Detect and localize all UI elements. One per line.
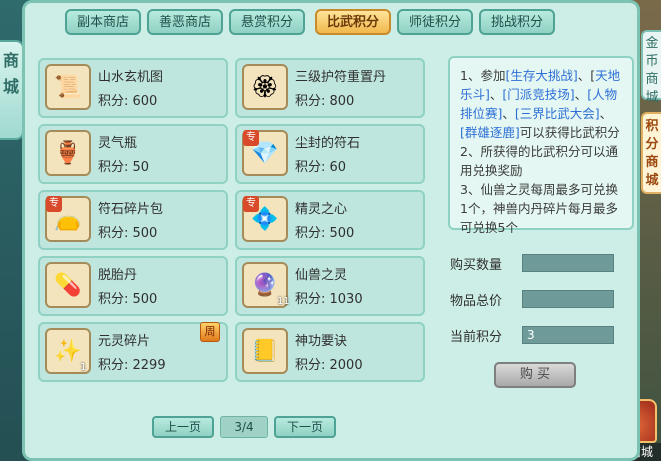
book-icon: 📒: [242, 328, 288, 374]
tab-bounty-points[interactable]: 悬赏积分: [229, 9, 305, 35]
info-link[interactable]: [三界比武大会]: [515, 106, 600, 121]
item-card[interactable]: 💊 脱胎丹 积分: 500: [38, 256, 228, 316]
info-link[interactable]: [门派竞技场]: [502, 87, 574, 102]
item-card[interactable]: 📜 山水玄机图 积分: 600: [38, 58, 228, 118]
page-indicator: 3/4: [220, 416, 268, 438]
info-link[interactable]: [群雄逐鹿]: [460, 125, 520, 140]
info-link[interactable]: [生存大挑战]: [505, 68, 577, 83]
qty-label: 购买数量: [450, 258, 503, 273]
gold-mall-tab[interactable]: 金币商城: [641, 30, 661, 105]
item-name: 三级护符重置丹: [295, 70, 387, 85]
tab-dungeon-shop[interactable]: 副本商店: [65, 9, 141, 35]
prev-page-button[interactable]: 上一页: [152, 416, 214, 438]
pill-icon: 💊: [45, 262, 91, 308]
item-grid: 📜 山水玄机图 积分: 600 🏵 三级护符重置丹 积分: 800 🏺 灵气瓶 …: [38, 58, 430, 382]
item-card[interactable]: 📒 神功要诀 积分: 2000: [235, 322, 425, 382]
item-card[interactable]: 💎 专 尘封的符石 积分: 60: [235, 124, 425, 184]
info-text: 可以获得比武积分: [519, 125, 620, 140]
item-name: 尘封的符石: [295, 136, 361, 151]
item-count: 11: [277, 296, 290, 307]
item-count: 1: [80, 362, 87, 373]
tab-karma-shop[interactable]: 善恶商店: [147, 9, 223, 35]
item-name: 仙兽之灵: [295, 268, 348, 283]
vase-icon: 🏺: [45, 130, 91, 176]
item-name: 灵气瓶: [98, 136, 138, 151]
item-card[interactable]: 🏵 三级护符重置丹 积分: 800: [235, 58, 425, 118]
exclusive-badge: 专: [243, 196, 259, 212]
qty-field[interactable]: [522, 254, 614, 272]
total-field: [522, 290, 614, 308]
weekly-badge: 周: [200, 322, 220, 342]
item-price: 积分: 60: [295, 160, 347, 175]
info-text: 1、参加: [460, 68, 506, 83]
item-card[interactable]: 💠 专 精灵之心 积分: 500: [235, 190, 425, 250]
talisman-icon: 🏵: [242, 64, 288, 110]
item-price: 积分: 800: [295, 94, 355, 109]
item-card[interactable]: 🏺 灵气瓶 积分: 50: [38, 124, 228, 184]
tab-challenge-points[interactable]: 挑战积分: [479, 9, 555, 35]
info-text: 2、所获得的比武积分可以通用兑换奖励: [460, 144, 618, 178]
item-price: 积分: 2000: [295, 358, 363, 373]
info-text: 、: [502, 106, 515, 121]
tab-mentor-points[interactable]: 师徒积分: [397, 9, 473, 35]
item-card[interactable]: ✨ 1 周 元灵碎片 积分: 2299: [38, 322, 228, 382]
info-text: 、: [574, 87, 588, 102]
item-price: 积分: 1030: [295, 292, 363, 307]
scroll-icon: 📜: [45, 64, 91, 110]
info-text: 、: [599, 106, 613, 121]
info-text: 3、仙兽之灵每周最多可兑换1个，神兽内丹碎片每月最多可兑换5个: [460, 182, 618, 235]
item-price: 积分: 500: [98, 226, 158, 241]
item-price: 积分: 50: [98, 160, 150, 175]
exclusive-badge: 专: [243, 130, 259, 146]
item-price: 积分: 500: [295, 226, 355, 241]
info-text: 、: [489, 87, 503, 102]
mall-side-tab[interactable]: 商城: [0, 40, 24, 140]
item-name: 山水玄机图: [98, 70, 164, 85]
next-page-button[interactable]: 下一页: [274, 416, 336, 438]
item-price: 积分: 2299: [98, 358, 166, 373]
buy-button[interactable]: 购 买: [494, 362, 576, 388]
info-box: 1、参加[生存大挑战]、[天地乐斗]、[门派竞技场]、[人物排位赛]、[三界比武…: [448, 56, 634, 235]
item-name: 元灵碎片: [98, 334, 151, 349]
points-mall-tab[interactable]: 积分商城: [641, 112, 661, 194]
current-points-field: 3: [522, 326, 614, 344]
item-name: 符石碎片包: [98, 202, 164, 217]
item-card[interactable]: 👝 专 符石碎片包 积分: 500: [38, 190, 228, 250]
item-name: 神功要诀: [295, 334, 348, 349]
item-card[interactable]: 🔮 11 仙兽之灵 积分: 1030: [235, 256, 425, 316]
item-price: 积分: 500: [98, 292, 158, 307]
item-name: 脱胎丹: [98, 268, 138, 283]
tab-arena-points[interactable]: 比武积分: [315, 9, 391, 35]
total-label: 物品总价: [450, 294, 503, 309]
current-points-label: 当前积分: [450, 330, 503, 345]
item-price: 积分: 600: [98, 94, 158, 109]
info-text: 、[: [577, 68, 596, 83]
item-name: 精灵之心: [295, 202, 348, 217]
exclusive-badge: 专: [46, 196, 62, 212]
